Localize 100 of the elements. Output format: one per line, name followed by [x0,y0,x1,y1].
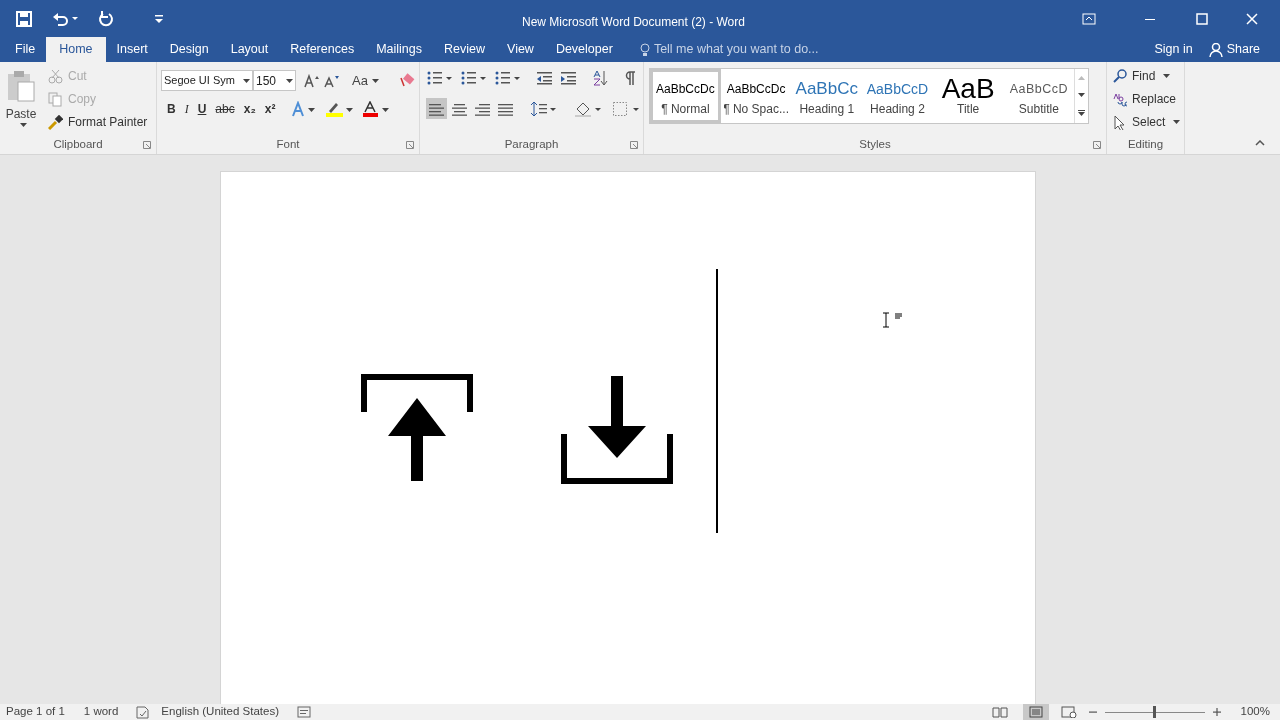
lightbulb-icon [639,42,650,57]
dialog-launcher-icon[interactable] [1093,141,1101,149]
multilevel-list-icon[interactable] [494,71,520,85]
highlight-icon[interactable] [325,101,354,117]
format-button[interactable]: x₂ [243,100,256,118]
window-title: New Microsoft Word Document (2) - Word [522,14,745,31]
close-icon[interactable] [1246,12,1258,25]
format-button[interactable]: U [197,100,207,118]
web-layout-icon[interactable] [1060,706,1077,718]
numbering-icon[interactable] [460,71,486,85]
ribbon-tab[interactable]: Developer [544,37,624,62]
caret-icon [286,78,293,83]
clipboard-button[interactable]: Format Painter [46,112,150,132]
shading-icon[interactable] [574,100,602,117]
i-beam-cursor-icon [881,312,903,328]
editing-button[interactable]: Find [1113,67,1181,85]
paintbrush-icon [48,114,63,130]
ribbon-tab[interactable]: Home [46,37,106,62]
caret-icon [1163,74,1171,78]
read-mode-icon[interactable] [991,706,1008,718]
format-button[interactable]: abc [215,100,235,118]
maximize-icon[interactable] [1196,12,1208,25]
ribbon-tab[interactable]: View [496,37,545,62]
dialog-launcher-icon[interactable] [406,141,414,149]
editing-button[interactable]: Select [1113,113,1181,131]
download-icon [561,374,673,484]
change-case-button[interactable]: Aa [352,70,379,91]
format-button[interactable]: I [184,100,189,118]
group-label: Styles [859,137,891,153]
ribbon-tab[interactable]: Layout [219,37,280,62]
style-item[interactable]: AaBbCcDc ¶ Normal [650,69,721,123]
ribbon-display-icon[interactable] [1082,12,1096,25]
word-count: 1 word [83,704,119,720]
format-button[interactable]: B [167,100,176,118]
group-label: Clipboard [53,137,103,153]
dialog-launcher-icon[interactable] [143,141,151,149]
align-button[interactable] [426,98,447,119]
ribbon-tab[interactable]: Design [158,37,220,62]
style-item[interactable]: AaB Title [932,69,1004,123]
increase-indent-icon[interactable] [560,71,576,85]
style-item[interactable]: AaBbCcD Heading 2 [862,69,933,123]
customize-icon[interactable] [154,13,164,24]
caret-icon [1173,120,1181,124]
style-name: Title [957,101,980,118]
text-effects-icon[interactable] [292,101,317,117]
proofing-icon[interactable] [136,705,151,719]
style-item[interactable]: AaBbCcD Subtitle [1003,69,1075,123]
search-icon [1113,68,1128,84]
style-name: Heading 1 [799,101,855,118]
more-styles-icon[interactable] [1078,110,1086,117]
sort-icon[interactable] [592,70,608,86]
ribbon-tab[interactable]: Mailings [365,37,433,62]
button-label: Copy [68,91,96,108]
zoom-slider-thumb[interactable] [1153,706,1157,718]
style-name: ¶ Normal [661,101,710,118]
font-name-field[interactable]: Segoe UI Sym [161,70,253,91]
undo-icon[interactable] [52,10,78,27]
paste-label: Paste [5,106,37,123]
language-status[interactable]: English (United States) [161,703,279,720]
collapse-ribbon-icon[interactable] [1255,140,1265,146]
ribbon-tab[interactable]: Insert [105,37,159,62]
group-label: Editing [1127,137,1164,153]
pilcrow-icon[interactable] [624,70,636,86]
decrease-indent-icon[interactable] [536,71,552,85]
caret-icon [371,78,379,83]
style-name: ¶ No Spac... [723,101,789,118]
line-spacing-icon[interactable] [530,100,556,117]
shrink-font-icon[interactable] [324,73,340,88]
grow-font-icon[interactable] [304,73,320,88]
style-preview: AaBbCcD [1009,80,1069,98]
dialog-launcher-icon[interactable] [630,141,638,149]
font-size-value: 150 [256,72,278,90]
person-icon [1208,42,1223,57]
eraser-icon[interactable] [398,72,415,89]
paste-button[interactable]: Paste [0,62,42,136]
style-item[interactable]: AaBbCc Heading 1 [791,69,863,123]
upload-icon [361,374,473,484]
font-size-field[interactable]: 150 [253,70,296,91]
font-color-icon[interactable] [362,101,391,117]
button-label: Cut [68,68,87,85]
bullets-icon[interactable] [426,71,452,85]
ribbon-tab[interactable]: References [279,37,366,62]
zoom-slider[interactable] [1104,706,1205,718]
macro-icon[interactable] [297,706,311,718]
borders-icon[interactable] [612,100,640,117]
caret-icon [243,78,250,83]
ribbon-tab[interactable]: Review [433,37,496,62]
ribbon-tab[interactable]: File [4,37,47,62]
scroll-down-icon[interactable] [1078,93,1086,97]
tell-me-field[interactable]: Tell me what you want to do... [639,37,854,62]
style-item[interactable]: AaBbCcDc ¶ No Spac... [720,69,792,123]
format-button[interactable]: x² [264,100,276,118]
share-button[interactable]: Share [1200,37,1268,62]
sign-in-link[interactable]: Sign in [1146,37,1201,62]
zoom-percentage[interactable]: 100% [1240,703,1270,720]
redo-icon[interactable] [98,10,114,27]
zoom-in-icon[interactable] [1212,708,1221,716]
editing-button[interactable]: Replace [1113,90,1181,108]
print-layout-button[interactable] [1022,704,1049,720]
save-icon[interactable] [16,10,32,27]
